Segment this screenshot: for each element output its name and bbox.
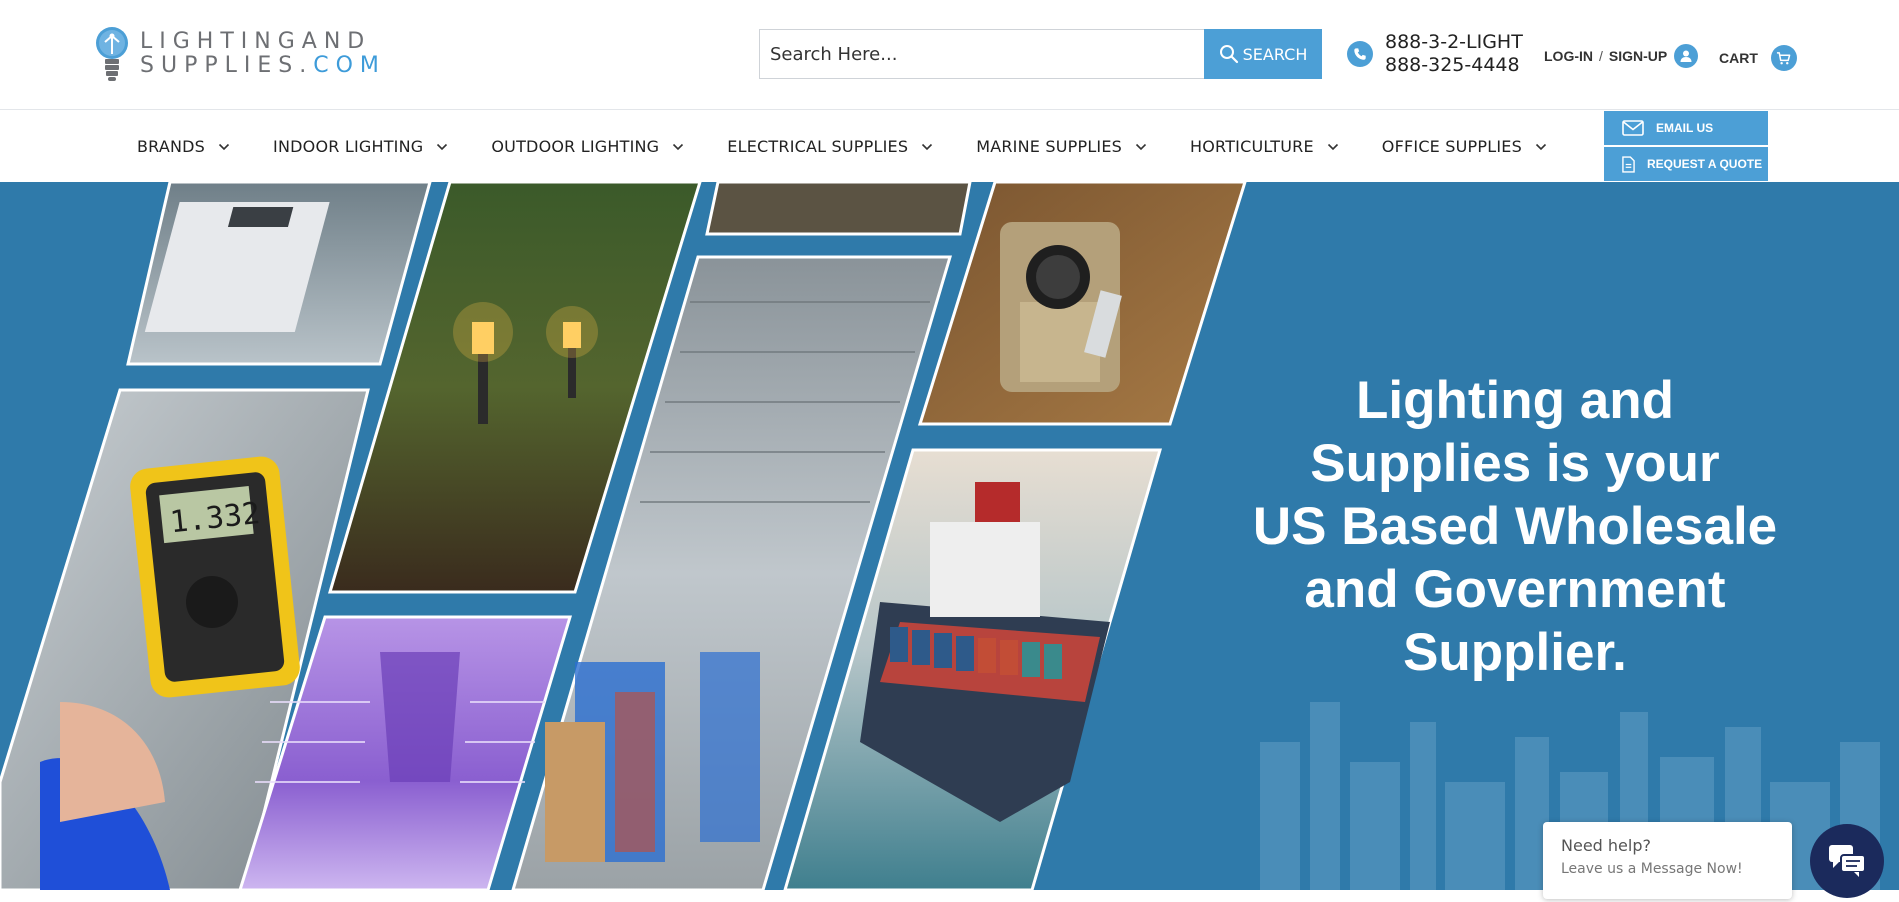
phone-vanity-number: 888-3-2-LIGHT xyxy=(1385,31,1523,53)
logo-wordmark: LIGHTINGAND SUPPLIES.COM xyxy=(140,30,386,78)
account-separator: / xyxy=(1599,48,1603,64)
lightbulb-icon xyxy=(96,27,128,81)
nav-item-marine-supplies[interactable]: MARINE SUPPLIES xyxy=(976,137,1147,156)
phone-icon xyxy=(1347,41,1373,67)
document-icon xyxy=(1622,155,1635,173)
cart-link[interactable]: CART xyxy=(1719,45,1797,71)
login-link[interactable]: LOG-IN xyxy=(1544,48,1593,64)
cart-icon xyxy=(1770,45,1797,71)
hero-headline: Lighting and Supplies is your US Based W… xyxy=(1205,369,1825,684)
chevron-down-icon xyxy=(1327,143,1338,150)
email-us-label: EMAIL US xyxy=(1656,121,1714,135)
chat-prompt-bubble[interactable]: Need help? Leave us a Message Now! xyxy=(1543,822,1792,899)
user-icon[interactable] xyxy=(1674,44,1699,68)
chevron-down-icon xyxy=(437,143,448,150)
chat-bubbles-icon xyxy=(1829,845,1866,877)
nav-item-label: ELECTRICAL SUPPLIES xyxy=(727,137,909,156)
nav-item-outdoor-lighting[interactable]: OUTDOOR LIGHTING xyxy=(491,137,684,156)
quick-actions: EMAIL US REQUEST A QUOTE xyxy=(1604,111,1768,183)
search-input[interactable] xyxy=(759,29,1204,79)
account-links: LOG-IN / SIGN-UP xyxy=(1544,44,1699,68)
nav-item-horticulture[interactable]: HORTICULTURE xyxy=(1190,137,1339,156)
envelope-icon xyxy=(1622,120,1644,136)
chevron-down-icon xyxy=(218,143,230,150)
phone-numeric-number: 888-325-4448 xyxy=(1385,54,1520,76)
site-header: LIGHTINGAND SUPPLIES.COM SEARCH 888-3-2-… xyxy=(0,0,1899,110)
phone-contact[interactable]: 888-3-2-LIGHT 888-325-4448 xyxy=(1347,31,1523,77)
chevron-down-icon xyxy=(922,143,933,150)
site-logo[interactable]: LIGHTINGAND SUPPLIES.COM xyxy=(92,22,379,86)
chevron-down-icon xyxy=(1135,143,1147,150)
hero-panel-gear xyxy=(705,182,972,236)
phone-numbers: 888-3-2-LIGHT 888-325-4448 xyxy=(1385,31,1523,77)
nav-menu: BRANDS INDOOR LIGHTING OUTDOOR LIGHTING … xyxy=(137,111,1590,182)
request-quote-label: REQUEST A QUOTE xyxy=(1647,157,1763,171)
cart-label: CART xyxy=(1719,50,1758,66)
chat-subtitle: Leave us a Message Now! xyxy=(1561,861,1743,877)
search-button[interactable]: SEARCH xyxy=(1204,29,1322,79)
hero-headline-line-2: Supplies is your xyxy=(1310,434,1720,493)
page: LIGHTINGAND SUPPLIES.COM SEARCH 888-3-2-… xyxy=(0,0,1899,902)
nav-item-brands[interactable]: BRANDS xyxy=(137,137,230,156)
nav-item-office-supplies[interactable]: OFFICE SUPPLIES xyxy=(1382,137,1547,156)
signup-link[interactable]: SIGN-UP xyxy=(1609,48,1667,64)
nav-item-label: MARINE SUPPLIES xyxy=(976,137,1123,156)
hero-headline-line-4: and Government xyxy=(1304,560,1726,619)
logo-line-2-main: SUPPLIES. xyxy=(140,53,314,78)
email-us-button[interactable]: EMAIL US xyxy=(1604,111,1768,145)
nav-item-label: OUTDOOR LIGHTING xyxy=(491,137,660,156)
nav-item-label: OFFICE SUPPLIES xyxy=(1381,137,1522,156)
nav-item-label: BRANDS xyxy=(137,137,206,156)
hero-panel-office xyxy=(126,182,432,366)
search-form: SEARCH xyxy=(759,29,1322,79)
search-icon xyxy=(1219,45,1238,64)
hero-headline-line-3: US Based Wholesale xyxy=(1252,497,1778,556)
nav-item-label: HORTICULTURE xyxy=(1190,137,1314,156)
request-quote-button[interactable]: REQUEST A QUOTE xyxy=(1604,147,1768,181)
chevron-down-icon xyxy=(1535,143,1547,150)
nav-item-label: INDOOR LIGHTING xyxy=(273,137,424,156)
logo-line-1: LIGHTINGAND xyxy=(140,29,372,54)
nav-item-indoor-lighting[interactable]: INDOOR LIGHTING xyxy=(273,137,448,156)
hero-headline-line-1: Lighting and xyxy=(1356,371,1674,430)
search-button-label: SEARCH xyxy=(1242,44,1308,64)
logo-line-2-suffix: COM xyxy=(313,53,386,78)
chat-launcher-button[interactable] xyxy=(1810,824,1884,898)
hero-headline-line-5: Supplier. xyxy=(1403,623,1627,682)
nav-item-electrical-supplies[interactable]: ELECTRICAL SUPPLIES xyxy=(727,137,933,156)
chevron-down-icon xyxy=(673,143,684,150)
chat-title: Need help? xyxy=(1561,836,1651,855)
hero-banner: 1.332 Lighting and Supplies is your US B… xyxy=(0,182,1899,890)
logo-line-2: SUPPLIES.COM xyxy=(140,54,386,78)
